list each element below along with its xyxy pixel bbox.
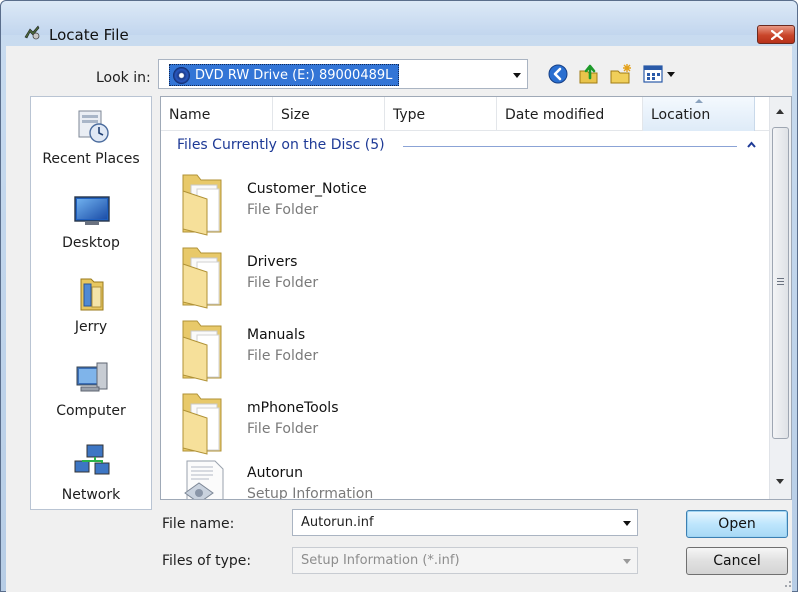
look-in-dropdown[interactable]: DVD RW Drive (E:) 89000489L [158,59,528,89]
views-menu-icon [643,65,675,83]
folder-icon [182,320,222,382]
file-type-value: Setup Information (*.inf) [301,553,460,568]
desktop-icon [74,196,110,225]
up-folder-icon [579,64,598,84]
cancel-button[interactable]: Cancel [686,547,788,575]
file-name-value: Autorun.inf [301,515,374,530]
group-divider [403,146,737,147]
place-jerry[interactable]: Jerry [31,275,151,339]
column-header-location[interactable]: Location [643,97,755,131]
scroll-thumb[interactable] [772,127,789,439]
file-type: Setup Information [247,486,374,500]
dvd-drive-icon [173,67,190,84]
list-item[interactable]: Manuals File Folder [173,315,733,387]
column-headers: Name Size Type Date modified Location [161,97,769,131]
file-name-label: File name: [162,516,235,532]
file-name: Manuals [247,327,306,343]
file-type: File Folder [247,202,319,218]
views-menu-button[interactable] [642,62,678,86]
title-bar[interactable]: Locate File [1,1,797,44]
open-button[interactable]: Open [686,510,788,538]
place-computer[interactable]: Computer [31,359,151,423]
look-in-selection: DVD RW Drive (E:) 89000489L [169,64,399,86]
place-label: Desktop [62,235,120,251]
list-item[interactable]: Drivers File Folder [173,242,733,314]
chevron-up-icon[interactable] [747,141,756,148]
column-header-size[interactable]: Size [273,97,385,131]
place-label: Computer [56,403,126,419]
close-icon [771,30,783,40]
close-button[interactable] [757,25,795,44]
file-type-label: Files of type: [162,553,252,569]
network-icon [74,444,110,475]
look-in-label: Look in: [96,70,151,86]
column-header-type[interactable]: Type [385,97,497,131]
group-header[interactable]: Files Currently on the Disc (5) [177,135,763,159]
group-label: Files Currently on the Disc (5) [177,137,385,153]
file-name: Autorun [247,465,304,481]
list-item[interactable]: Autorun Setup Information [173,453,733,500]
look-in-value: DVD RW Drive (E:) 89000489L [195,68,393,83]
column-header-date-modified[interactable]: Date modified [497,97,643,131]
file-type-select[interactable]: Setup Information (*.inf) [292,547,638,574]
file-type: File Folder [247,421,319,437]
user-folder-icon [80,278,104,311]
place-network[interactable]: Network [31,443,151,507]
places-bar: Recent Places Desktop Jerry Computer Net… [30,96,152,510]
file-name: Drivers [247,254,298,270]
resize-grip-icon[interactable] [780,576,792,588]
file-list[interactable]: Name Size Type Date modified Location Fi… [160,96,792,500]
computer-icon [76,362,108,392]
vertical-scrollbar[interactable] [769,97,791,499]
folder-icon [182,393,222,455]
scroll-down-icon[interactable] [776,479,784,484]
chevron-down-icon[interactable] [623,559,631,564]
back-icon [548,64,568,84]
file-name: mPhoneTools [247,400,339,416]
app-icon [24,25,40,40]
scroll-up-icon[interactable] [776,109,784,114]
file-type: File Folder [247,348,319,364]
recent-places-icon [78,110,109,143]
file-name: Customer_Notice [247,181,367,197]
place-recent-places[interactable]: Recent Places [31,107,151,171]
column-header-name[interactable]: Name [161,97,273,131]
window-title: Locate File [49,26,129,44]
file-name-input[interactable]: Autorun.inf [292,509,638,536]
new-folder-button[interactable] [609,62,633,86]
folder-icon [182,174,222,236]
chevron-down-icon[interactable] [623,521,631,526]
place-label: Jerry [74,319,108,335]
place-label: Network [61,487,121,503]
list-item[interactable]: mPhoneTools File Folder [173,388,733,460]
place-desktop[interactable]: Desktop [31,191,151,255]
chevron-down-icon[interactable] [513,73,521,78]
place-label: Recent Places [42,151,140,167]
sort-caret-icon [694,99,703,103]
file-type: File Folder [247,275,319,291]
new-folder-icon [610,64,631,84]
list-item[interactable]: Customer_Notice File Folder [173,169,733,241]
folder-icon [182,247,222,309]
grip-icon [777,278,784,285]
setup-file-icon [184,460,224,499]
up-one-level-button[interactable] [577,62,601,86]
back-button[interactable] [546,62,570,86]
